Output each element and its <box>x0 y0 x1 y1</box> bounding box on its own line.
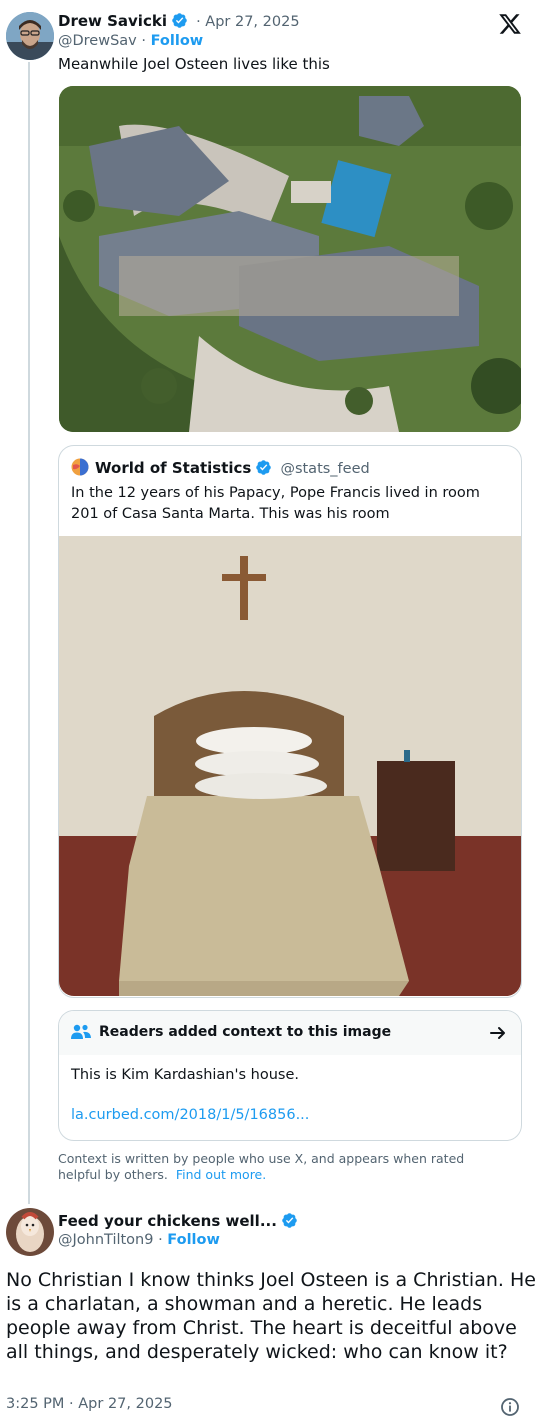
avatar-photo <box>6 1208 54 1256</box>
author-handle-line: @DrewSav · Follow <box>58 33 203 49</box>
follow-button[interactable]: Follow <box>151 33 204 49</box>
quote-text: In the 12 years of his Papacy, Pope Fran… <box>71 485 480 522</box>
verified-badge-icon <box>282 1213 297 1228</box>
quote-author-name: World of Statistics <box>95 459 252 477</box>
community-note-footer: Context is written by people who use X, … <box>58 1151 498 1183</box>
reply-author-avatar[interactable] <box>6 1208 54 1256</box>
x-logo-icon[interactable] <box>498 12 522 36</box>
separator-dot: · <box>196 14 201 30</box>
author-handle[interactable]: @DrewSav <box>58 33 137 49</box>
separator-dot: · <box>158 1232 163 1248</box>
arrow-right-icon[interactable] <box>489 1024 507 1042</box>
mansion-photo[interactable] <box>59 86 521 432</box>
avatar-globe-icon <box>71 458 89 476</box>
reply-timestamp[interactable]: 3:25 PM · Apr 27, 2025 <box>6 1396 173 1412</box>
avatar-photo <box>6 12 54 60</box>
separator-dot: · <box>141 33 146 49</box>
reply-author-line: Feed your chickens well... <box>58 1211 298 1230</box>
verified-badge-icon <box>172 13 187 28</box>
reply-handle-line: @JohnTilton9 · Follow <box>58 1232 220 1248</box>
reply-text: No Christian I know thinks Joel Osteen i… <box>6 1269 536 1363</box>
reply-author-name[interactable]: Feed your chickens well... <box>58 1212 277 1230</box>
community-note-link[interactable]: la.curbed.com/2018/1/5/16856... <box>71 1107 309 1123</box>
tweet-date[interactable]: Apr 27, 2025 <box>205 14 299 30</box>
community-note-body: This is Kim Kardashian's house. <box>71 1067 299 1083</box>
tweet-text: Meanwhile Joel Osteen lives like this <box>58 55 330 73</box>
pope-room-photo <box>59 536 521 996</box>
thread-line <box>28 62 30 1204</box>
quote-author-handle: @stats_feed <box>280 461 370 477</box>
people-icon <box>70 1023 92 1041</box>
find-out-more-link[interactable]: Find out more. <box>176 1167 266 1182</box>
author-name[interactable]: Drew Savicki <box>58 12 167 30</box>
reply-follow-button[interactable]: Follow <box>167 1232 220 1248</box>
info-icon[interactable] <box>500 1397 520 1417</box>
quote-author-line: World of Statistics @stats_feed <box>95 458 370 477</box>
author-avatar[interactable] <box>6 12 54 60</box>
reply-author-handle[interactable]: @JohnTilton9 <box>58 1232 153 1248</box>
community-note-title: Readers added context to this image <box>99 1024 392 1040</box>
verified-badge-icon <box>256 460 272 475</box>
author-line: Drew Savicki · Apr 27, 2025 <box>58 11 300 30</box>
